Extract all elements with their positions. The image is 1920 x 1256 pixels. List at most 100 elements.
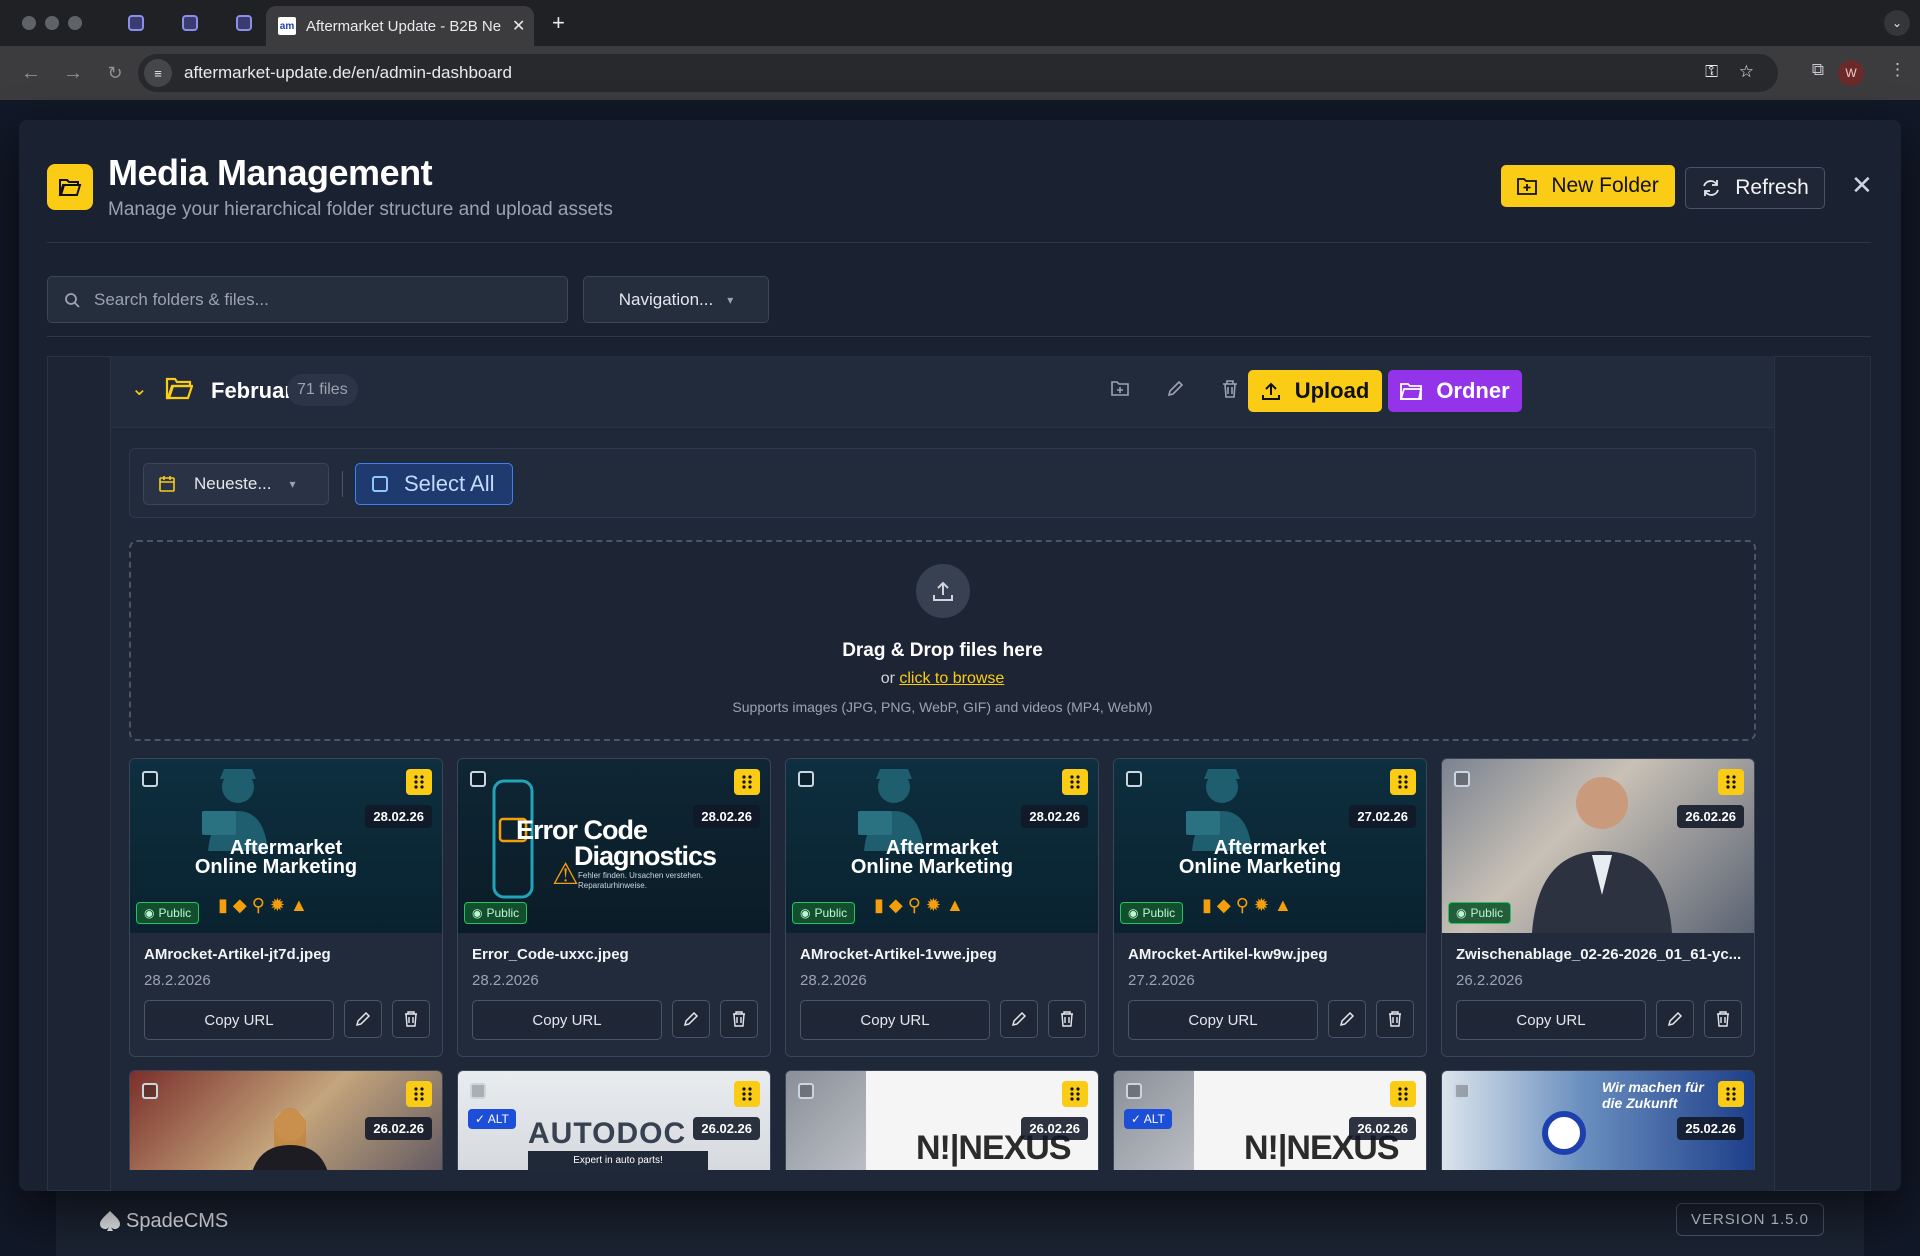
navigation-select[interactable]: Navigation... ▾ [583, 276, 769, 323]
add-subfolder-icon[interactable] [1111, 380, 1129, 401]
media-card[interactable]: AUTODOC Expert in auto parts! ✓ ALT 26.0… [457, 1070, 771, 1170]
drag-handle-icon[interactable] [1718, 1081, 1744, 1107]
edit-pencil-icon[interactable] [672, 1000, 710, 1038]
upload-button[interactable]: Upload [1248, 370, 1382, 412]
browse-link[interactable]: click to browse [899, 670, 1004, 687]
back-icon[interactable]: ← [20, 62, 42, 85]
date-badge: 28.02.26 [693, 805, 760, 828]
edit-pencil-icon[interactable] [1328, 1000, 1366, 1038]
pinned-tab-1[interactable] [124, 11, 148, 35]
drag-handle-icon[interactable] [1062, 1081, 1088, 1107]
select-checkbox[interactable] [1126, 1083, 1142, 1099]
delete-folder-trash-icon[interactable] [1222, 380, 1238, 403]
select-all-button[interactable]: Select All [355, 463, 513, 505]
edit-pencil-icon[interactable] [1000, 1000, 1038, 1038]
copy-url-button[interactable]: Copy URL [1128, 1000, 1318, 1040]
minimize-window-button[interactable] [45, 16, 59, 30]
new-tab-button[interactable]: + [552, 10, 565, 36]
drag-handle-icon[interactable] [406, 1081, 432, 1107]
image-thumbnail[interactable]: Aftermarket Online Marketing ▮◆⚲✹▲ 27.02… [1114, 759, 1426, 933]
media-card[interactable]: 26.02.26 ◉ Public Zwischenablage_02-26-20… [1441, 758, 1755, 1057]
ordner-button[interactable]: Ordner [1388, 370, 1522, 412]
select-all-label: Select All [404, 471, 495, 496]
sort-select[interactable]: Neueste... ▾ [143, 463, 329, 505]
delete-trash-icon[interactable] [720, 1000, 758, 1038]
image-thumbnail[interactable]: Wir machen für die Zukunft 25.02.26 [1442, 1071, 1754, 1170]
chevron-down-icon: ▾ [289, 477, 296, 491]
profile-avatar[interactable]: W [1838, 60, 1864, 86]
folder-open-icon [165, 376, 194, 405]
media-card[interactable]: 26.02.26 [129, 1070, 443, 1170]
delete-trash-icon[interactable] [1704, 1000, 1742, 1038]
copy-url-button[interactable]: Copy URL [472, 1000, 662, 1040]
bookmark-star-icon[interactable]: ☆ [1739, 62, 1754, 82]
pinned-tab-2[interactable] [178, 11, 202, 35]
drag-handle-icon[interactable] [1062, 769, 1088, 795]
image-thumbnail[interactable]: 26.02.26 [130, 1071, 442, 1170]
media-card[interactable]: Aftermarket Online Marketing ▮◆⚲✹▲ 28.02… [785, 758, 1099, 1057]
copy-url-button[interactable]: Copy URL [144, 1000, 334, 1040]
media-card[interactable]: N!|NEXUS ✓ ALT 26.02.26 [1113, 1070, 1427, 1170]
edit-pencil-icon[interactable] [344, 1000, 382, 1038]
search-input[interactable] [94, 289, 534, 310]
select-checkbox[interactable] [798, 1083, 814, 1099]
reload-icon[interactable]: ↻ [104, 63, 126, 84]
url-field[interactable]: ≡ aftermarket-update.de/en/admin-dashboa… [138, 54, 1778, 92]
drag-handle-icon[interactable] [1390, 769, 1416, 795]
copy-url-button[interactable]: Copy URL [1456, 1000, 1646, 1040]
image-thumbnail[interactable]: 26.02.26 ◉ Public [1442, 759, 1754, 933]
maximize-window-button[interactable] [68, 16, 82, 30]
image-thumbnail[interactable]: Error Code Diagnostics ⚠ Fehler finden. … [458, 759, 770, 933]
password-key-icon[interactable]: ⚿ [1705, 62, 1718, 82]
delete-trash-icon[interactable] [1376, 1000, 1414, 1038]
image-thumbnail[interactable]: Aftermarket Online Marketing ▮◆⚲✹▲ 28.02… [786, 759, 1098, 933]
forward-icon[interactable]: → [62, 62, 84, 85]
close-window-button[interactable] [22, 16, 36, 30]
drag-handle-icon[interactable] [1718, 769, 1744, 795]
extensions-icon[interactable]: ⧉ [1812, 60, 1824, 80]
drag-handle-icon[interactable] [406, 769, 432, 795]
media-card[interactable]: Aftermarket Online Marketing ▮◆⚲✹▲ 27.02… [1113, 758, 1427, 1057]
drag-handle-icon[interactable] [734, 769, 760, 795]
divider [47, 336, 1871, 337]
thumb-title-line2: Online Marketing [850, 856, 1014, 878]
delete-trash-icon[interactable] [392, 1000, 430, 1038]
select-checkbox[interactable] [1126, 771, 1142, 787]
file-date: 28.2.2026 [472, 972, 539, 989]
select-checkbox[interactable] [798, 771, 814, 787]
media-card[interactable]: Error Code Diagnostics ⚠ Fehler finden. … [457, 758, 771, 1057]
site-settings-icon[interactable]: ≡ [144, 59, 172, 87]
tab-search-chevron-icon[interactable]: ⌄ [1884, 10, 1910, 36]
spade-icon [100, 1211, 120, 1231]
warning-icon: ⚠ [552, 858, 579, 891]
upload-dropzone[interactable]: Drag & Drop files here or click to brows… [129, 540, 1756, 741]
marketing-icons: ▮◆⚲✹▲ [1202, 895, 1297, 915]
delete-trash-icon[interactable] [1048, 1000, 1086, 1038]
image-thumbnail[interactable]: Aftermarket Online Marketing ▮◆⚲✹▲ 28.02… [130, 759, 442, 933]
select-checkbox[interactable] [1454, 771, 1470, 787]
media-card[interactable]: N!|NEXUS 26.02.26 [785, 1070, 1099, 1170]
browser-menu-icon[interactable]: ⋮ [1889, 60, 1906, 80]
select-checkbox[interactable] [470, 771, 486, 787]
image-thumbnail[interactable]: AUTODOC Expert in auto parts! ✓ ALT 26.0… [458, 1071, 770, 1170]
select-checkbox[interactable] [142, 1083, 158, 1099]
image-thumbnail[interactable]: N!|NEXUS 26.02.26 [786, 1071, 1098, 1170]
chevron-down-icon[interactable]: ⌄ [131, 376, 148, 401]
close-modal-icon[interactable]: ✕ [1851, 170, 1873, 201]
select-checkbox[interactable] [470, 1083, 486, 1099]
select-checkbox[interactable] [142, 771, 158, 787]
refresh-button[interactable]: Refresh [1685, 167, 1825, 209]
image-thumbnail[interactable]: N!|NEXUS ✓ ALT 26.02.26 [1114, 1071, 1426, 1170]
rename-pencil-icon[interactable] [1166, 380, 1184, 403]
media-card[interactable]: Aftermarket Online Marketing ▮◆⚲✹▲ 28.02… [129, 758, 443, 1057]
select-checkbox[interactable] [1454, 1083, 1470, 1099]
new-folder-button[interactable]: New Folder [1501, 165, 1675, 207]
close-tab-icon[interactable]: ✕ [512, 16, 525, 36]
copy-url-button[interactable]: Copy URL [800, 1000, 990, 1040]
active-tab[interactable]: am Aftermarket Update - B2B Ne ✕ [266, 6, 534, 46]
edit-pencil-icon[interactable] [1656, 1000, 1694, 1038]
media-card[interactable]: Wir machen für die Zukunft 25.02.26 [1441, 1070, 1755, 1170]
drag-handle-icon[interactable] [734, 1081, 760, 1107]
drag-handle-icon[interactable] [1390, 1081, 1416, 1107]
pinned-tab-3[interactable] [232, 11, 256, 35]
